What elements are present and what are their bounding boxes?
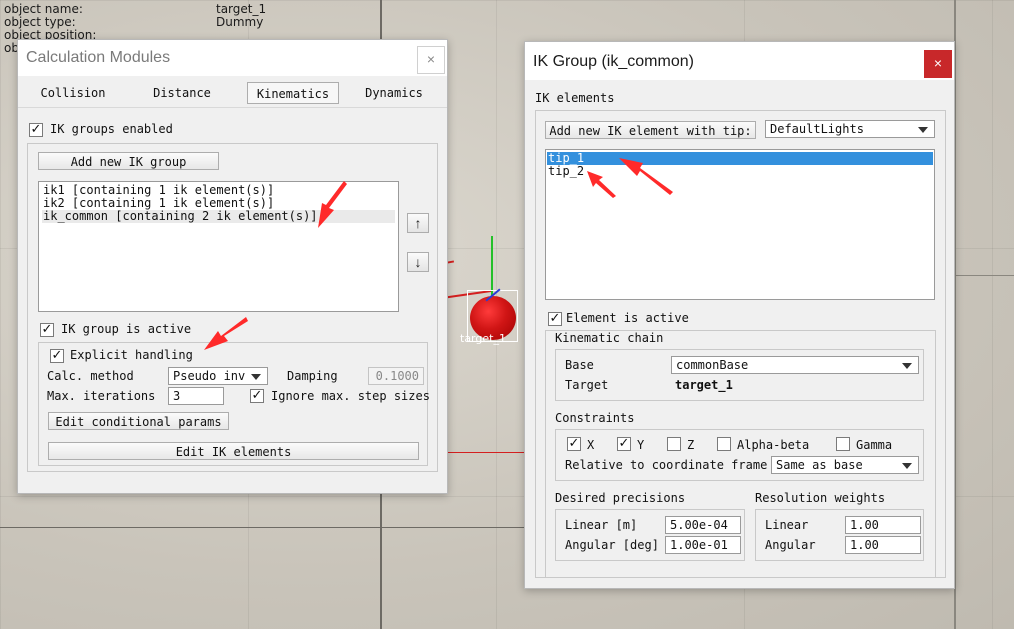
annotation-arrow-1: [318, 181, 347, 228]
annotation-arrows: [204, 158, 673, 350]
annotation-arrow-4: [587, 171, 616, 198]
annotation-arrow-3: [619, 158, 673, 195]
annotation-arrow-2: [204, 317, 248, 350]
